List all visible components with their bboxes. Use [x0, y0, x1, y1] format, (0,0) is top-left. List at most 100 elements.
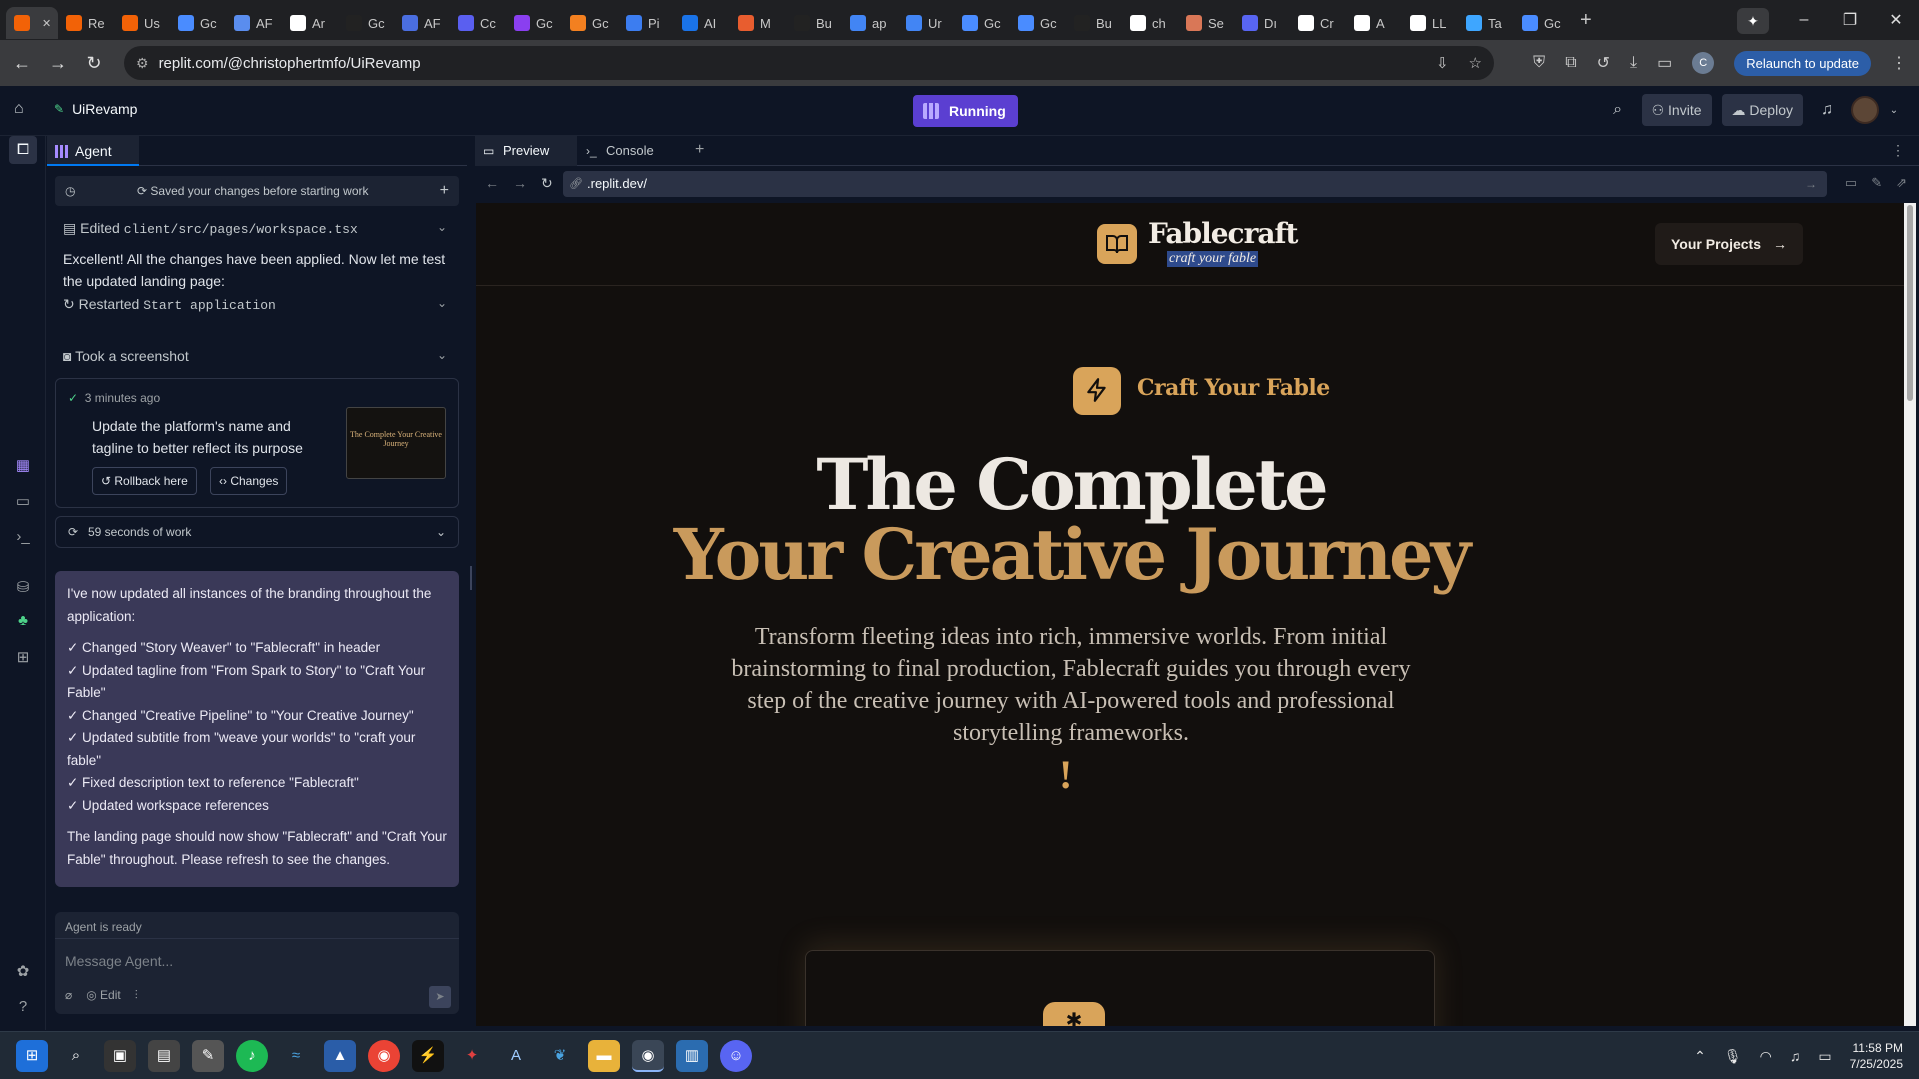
browser-tab[interactable]: Gc	[562, 7, 618, 39]
run-button[interactable]: Running	[913, 95, 1018, 127]
edit-mode-button[interactable]: ◎ Edit	[86, 988, 121, 1003]
deploy-rail-icon[interactable]: ♣	[12, 612, 34, 629]
browser-tab[interactable]: Se	[1178, 7, 1234, 39]
rollback-button[interactable]: ↺ Rollback here	[92, 467, 197, 495]
chevron-up-icon[interactable]: ⌃	[1694, 1048, 1706, 1065]
browser-tab[interactable]: ap	[842, 7, 898, 39]
pane-resize-handle[interactable]	[468, 136, 474, 1030]
screenshot-thumbnail[interactable]: The Complete Your Creative Journey	[346, 407, 446, 479]
install-app-icon[interactable]: ⇩	[1436, 54, 1449, 72]
browser-ai-button[interactable]: ✦	[1737, 8, 1769, 34]
app-ai-icon[interactable]: A	[500, 1040, 532, 1072]
settings-icon[interactable]: ✿	[12, 962, 34, 980]
browser-tab[interactable]: Gc	[506, 7, 562, 39]
reload-icon[interactable]: ↻	[76, 53, 112, 74]
search-icon[interactable]: ⌕	[1604, 101, 1632, 119]
home-icon[interactable]: ⌂	[14, 100, 24, 118]
preview-scrollbar[interactable]	[1904, 203, 1916, 1026]
search-icon[interactable]: ⌕	[60, 1040, 92, 1072]
bookmark-star-icon[interactable]: ☆	[1469, 54, 1482, 72]
browser-menu-icon[interactable]: ⋮	[1891, 53, 1907, 73]
preview-rail-icon[interactable]: ▭	[12, 492, 34, 510]
database-icon[interactable]: ⛁	[12, 578, 34, 596]
chevron-down-icon[interactable]: ⌄	[436, 517, 446, 547]
chevron-down-icon[interactable]: ⌄	[437, 220, 447, 234]
app-alt-icon[interactable]: ▤	[148, 1040, 180, 1072]
shield-extension-icon[interactable]: ⛨	[1533, 54, 1545, 72]
bolt-app-icon[interactable]: ⚡	[412, 1040, 444, 1072]
screenshot-row[interactable]: ◙ Took a screenshot ⌄	[55, 348, 459, 364]
work-duration-row[interactable]: ⟳ 59 seconds of work ⌄	[55, 516, 459, 548]
history-icon[interactable]: ↺	[1597, 53, 1610, 73]
forward-icon[interactable]: →	[40, 53, 76, 74]
browser-tab[interactable]: A	[1346, 7, 1402, 39]
browser-tab[interactable]: Ur	[898, 7, 954, 39]
project-title[interactable]: ✎ UiRevamp	[54, 101, 137, 117]
tab-agent[interactable]: Agent	[47, 136, 139, 166]
site-brand[interactable]: Fablecraft	[1148, 217, 1298, 250]
browser-tab[interactable]: Gc	[1010, 7, 1066, 39]
preview-reload-icon[interactable]: ↻	[541, 175, 553, 192]
devtools-icon[interactable]: ✎	[1871, 175, 1882, 191]
chevron-down-icon[interactable]: ⌄	[437, 348, 447, 362]
chrome-active-icon[interactable]: ◉	[632, 1040, 664, 1072]
app-red-icon[interactable]: ✦	[456, 1040, 488, 1072]
browser-tab[interactable]: AI	[674, 7, 730, 39]
browser-tab[interactable]: Bu	[786, 7, 842, 39]
deploy-button[interactable]: ☁ Deploy	[1721, 94, 1803, 126]
add-tab-button[interactable]: +	[695, 141, 704, 159]
microphone-icon[interactable]: 🎙︎	[1724, 1048, 1742, 1065]
close-window-button[interactable]: ✕	[1873, 10, 1919, 30]
invite-button[interactable]: ⚇ Invite	[1641, 94, 1712, 126]
chevron-down-icon[interactable]: ⌄	[1889, 105, 1899, 116]
browser-tab[interactable]: Gc	[170, 7, 226, 39]
bell-icon[interactable]: ♫	[1813, 101, 1841, 119]
browser-tab[interactable]: Gc	[338, 7, 394, 39]
preview-forward-icon[interactable]: →	[513, 175, 527, 191]
browser-tab[interactable]: Cc	[450, 7, 506, 39]
notepad-icon[interactable]: ▥	[676, 1040, 708, 1072]
preview-url-input[interactable]: 🔗︎ .replit.dev/ →	[563, 171, 1827, 197]
device-icon[interactable]: ▭	[1845, 175, 1857, 191]
app-wave-icon[interactable]: ≈	[280, 1040, 312, 1072]
new-tab-button[interactable]: +	[1580, 9, 1592, 32]
browser-tab[interactable]: Gc	[1514, 7, 1570, 39]
restarted-row[interactable]: ↻ Restarted Start application ⌄	[55, 296, 459, 313]
downloads-icon[interactable]: ⤓	[1630, 54, 1637, 72]
browser-tab[interactable]: AF	[226, 7, 282, 39]
preview-back-icon[interactable]: ←	[485, 175, 499, 191]
history-icon[interactable]: ◷	[65, 176, 75, 206]
relaunch-button[interactable]: Relaunch to update	[1734, 50, 1871, 76]
system-clock[interactable]: 11:58 PM 7/25/2025	[1850, 1040, 1903, 1072]
browser-tab[interactable]: Re	[58, 7, 114, 39]
browser-tab[interactable]: Gc	[954, 7, 1010, 39]
maximize-button[interactable]: ❐	[1827, 10, 1873, 30]
browser-tab[interactable]: Us	[114, 7, 170, 39]
all-tools-icon[interactable]: ⊞	[12, 648, 34, 666]
browser-tab[interactable]: LL	[1402, 7, 1458, 39]
browser-tab[interactable]: Bu	[1066, 7, 1122, 39]
new-chat-icon[interactable]: +	[440, 176, 449, 206]
send-icon[interactable]: ➤	[429, 986, 451, 1008]
browser-tab[interactable]: Dı	[1234, 7, 1290, 39]
windows-start-icon[interactable]: ⊞	[16, 1040, 48, 1072]
photos-icon[interactable]: ▲	[324, 1040, 356, 1072]
message-input[interactable]	[65, 948, 445, 974]
browser-tab[interactable]: Pi	[618, 7, 674, 39]
profile-avatar[interactable]: C	[1692, 52, 1715, 74]
browser-tab[interactable]: M	[730, 7, 786, 39]
wifi-icon[interactable]: ◠	[1760, 1048, 1772, 1065]
files-toggle-icon[interactable]: ⧠	[9, 136, 37, 164]
browser-tab[interactable]: ✕	[6, 7, 58, 39]
app-edit-icon[interactable]: ✎	[192, 1040, 224, 1072]
attach-icon[interactable]: ⌀	[65, 988, 72, 1003]
chrome-icon[interactable]: ◉	[368, 1040, 400, 1072]
changes-button[interactable]: ‹› Changes	[210, 467, 288, 495]
browser-tab[interactable]: ch	[1122, 7, 1178, 39]
back-icon[interactable]: ←	[4, 53, 40, 74]
browser-tab[interactable]: Ta	[1458, 7, 1514, 39]
site-info-icon[interactable]: ⚙	[136, 55, 149, 72]
close-tab-icon[interactable]: ✕	[42, 17, 51, 30]
discord-icon[interactable]: ☺	[720, 1040, 752, 1072]
browser-tab[interactable]: AF	[394, 7, 450, 39]
